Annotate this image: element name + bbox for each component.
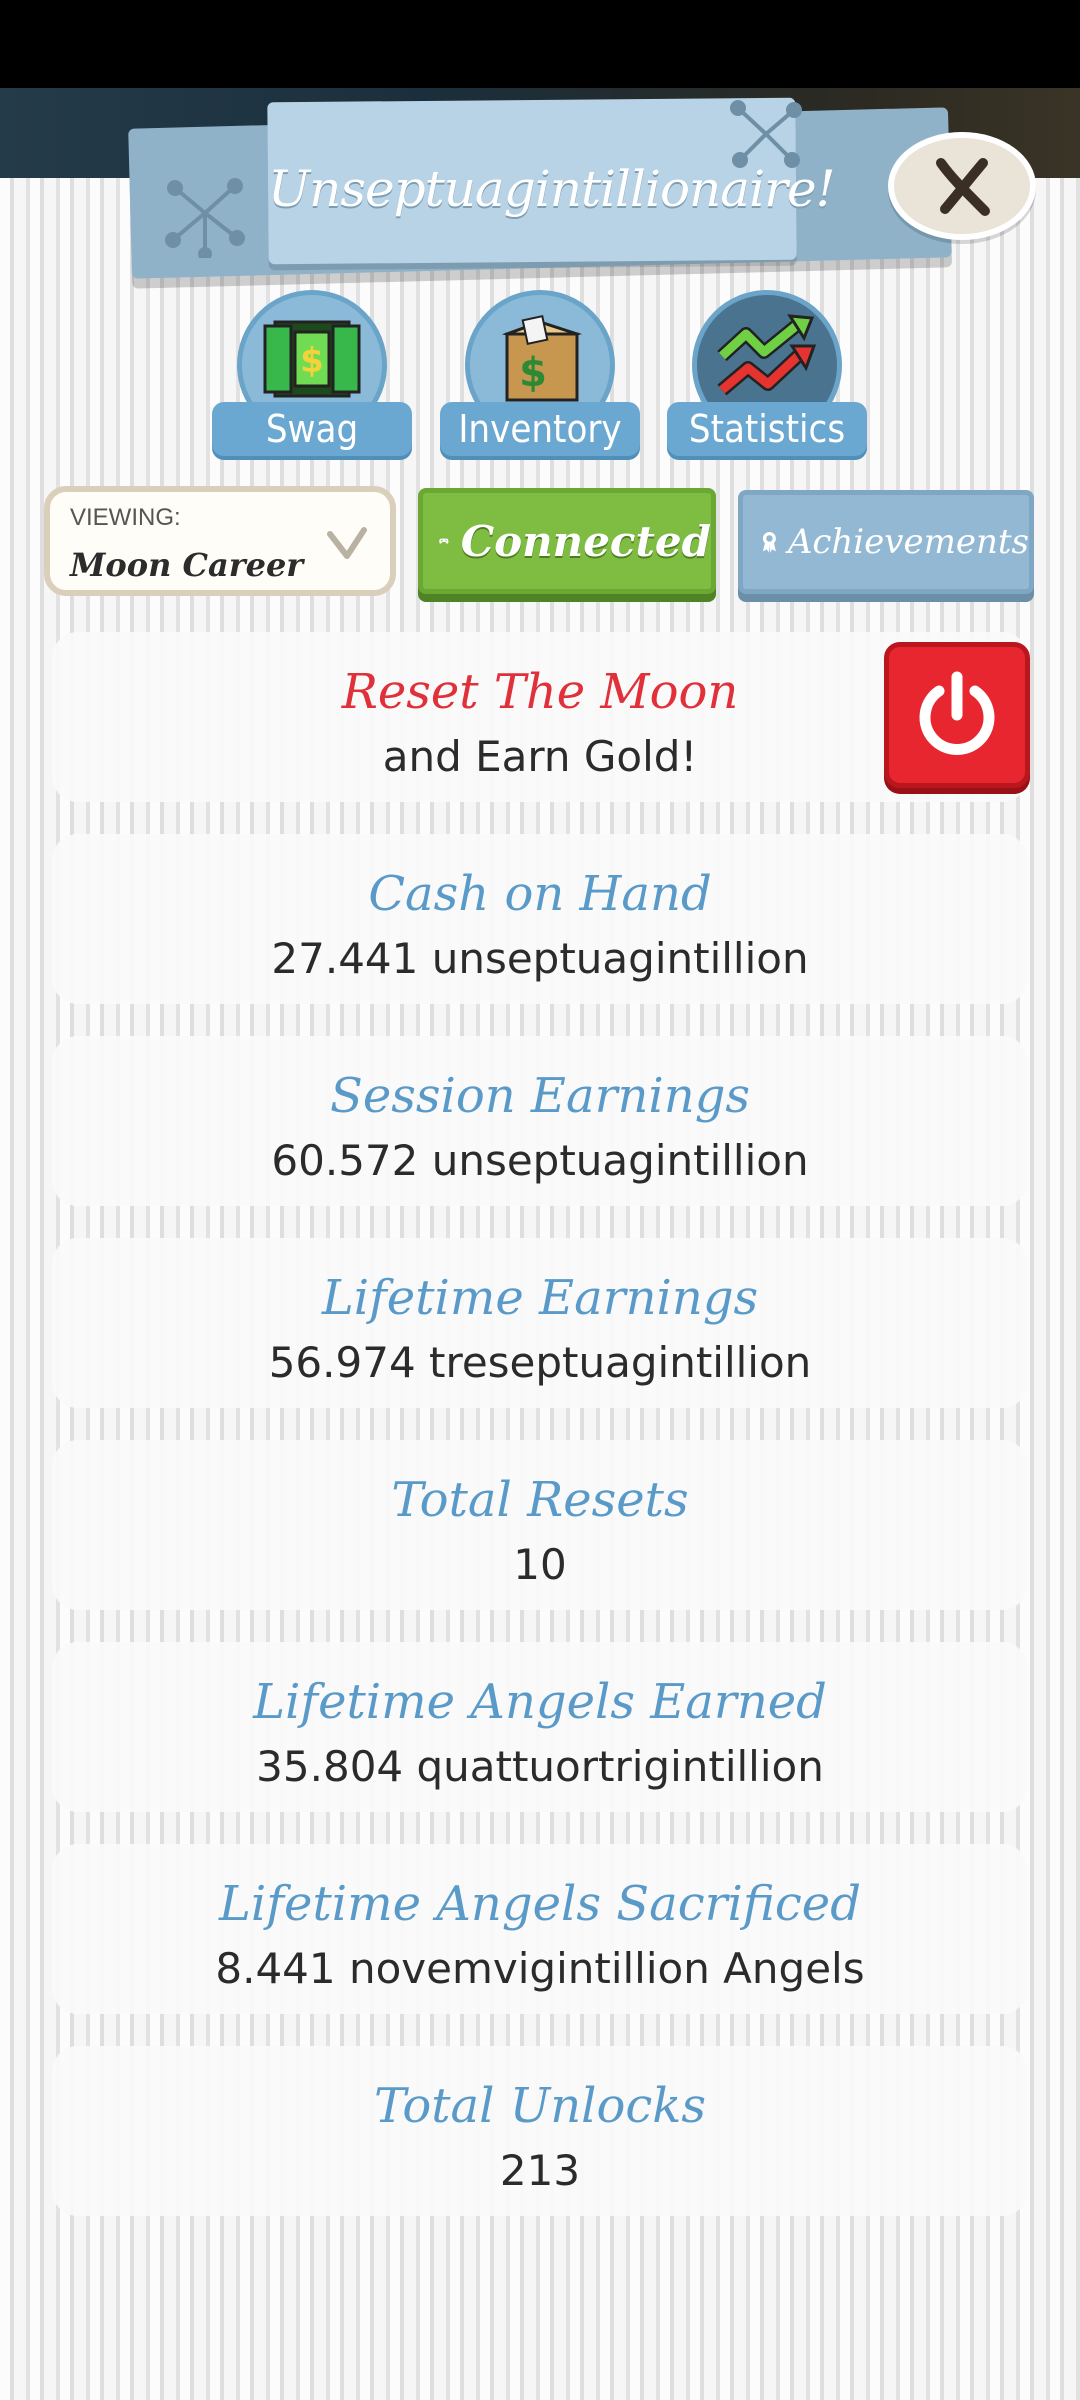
- reset-card: Reset The Moon and Earn Gold!: [52, 632, 1028, 802]
- tab-swag[interactable]: $ Swag: [212, 290, 412, 456]
- gamepad-icon: [439, 538, 449, 544]
- reset-subtitle: and Earn Gold!: [382, 732, 698, 781]
- tab-statistics-label: Statistics: [667, 402, 867, 456]
- achievements-label: Achievements: [787, 522, 1029, 562]
- money-door-icon: $: [257, 304, 367, 414]
- stat-title: Lifetime Earnings: [321, 1270, 759, 1326]
- stat-title: Lifetime Angels Earned: [253, 1674, 827, 1730]
- stat-value: 60.572 unseptuagintillion: [271, 1136, 809, 1185]
- stat-title: Cash on Hand: [368, 866, 712, 922]
- stat-card: Total Unlocks 213: [52, 2046, 1028, 2216]
- connected-label: Connected: [460, 516, 711, 566]
- stat-title: Session Earnings: [329, 1068, 751, 1124]
- money-box-icon: $: [485, 304, 595, 414]
- page-title: Unseptuagintillionaire!: [268, 160, 836, 218]
- power-icon: [919, 671, 995, 755]
- status-bar: [0, 0, 1080, 88]
- reset-title: Reset The Moon: [341, 664, 739, 720]
- tab-inventory-label: Inventory: [440, 402, 640, 456]
- svg-text:$: $: [519, 350, 547, 396]
- stat-title: Total Resets: [391, 1472, 689, 1528]
- stat-card: Cash on Hand 27.441 unseptuagintillion: [52, 834, 1028, 1004]
- reset-button[interactable]: [884, 642, 1030, 788]
- career-dropdown[interactable]: VIEWING: Moon Career: [44, 486, 396, 596]
- stat-title: Lifetime Angels Sacrificed: [219, 1876, 861, 1932]
- achievements-button[interactable]: Achievements: [738, 490, 1034, 594]
- close-button[interactable]: [888, 132, 1036, 240]
- tab-swag-label: Swag: [212, 402, 412, 456]
- stat-value: 10: [513, 1540, 567, 1589]
- stat-value: 56.974 treseptuagintillion: [268, 1338, 812, 1387]
- stat-value: 213: [499, 2146, 581, 2195]
- connected-button[interactable]: Connected: [418, 488, 716, 594]
- stat-value: 8.441 novemvigintillion Angels: [215, 1944, 865, 1993]
- chevron-down-icon: [327, 527, 367, 559]
- stat-card: Lifetime Angels Earned 35.804 quattuortr…: [52, 1642, 1028, 1812]
- svg-text:$: $: [300, 341, 324, 381]
- stat-title: Total Unlocks: [374, 2078, 706, 2134]
- stock-arrows-icon: [712, 304, 822, 414]
- sparkle-icon: [165, 178, 245, 258]
- stat-value: 27.441 unseptuagintillion: [271, 934, 809, 983]
- stat-card: Lifetime Angels Sacrificed 8.441 novemvi…: [52, 1844, 1028, 2014]
- stat-value: 35.804 quattuortrigintillion: [256, 1742, 824, 1791]
- tab-statistics[interactable]: Statistics: [667, 290, 867, 456]
- award-ribbon-icon: [762, 531, 776, 553]
- close-x-icon: [936, 158, 990, 216]
- stat-card: Lifetime Earnings 56.974 treseptuagintil…: [52, 1238, 1028, 1408]
- viewing-label: VIEWING:: [70, 504, 181, 531]
- stat-card: Total Resets 10: [52, 1440, 1028, 1610]
- viewing-value: Moon Career: [70, 546, 304, 584]
- tab-inventory[interactable]: $ Inventory: [440, 290, 640, 456]
- stat-card: Session Earnings 60.572 unseptuagintilli…: [52, 1036, 1028, 1206]
